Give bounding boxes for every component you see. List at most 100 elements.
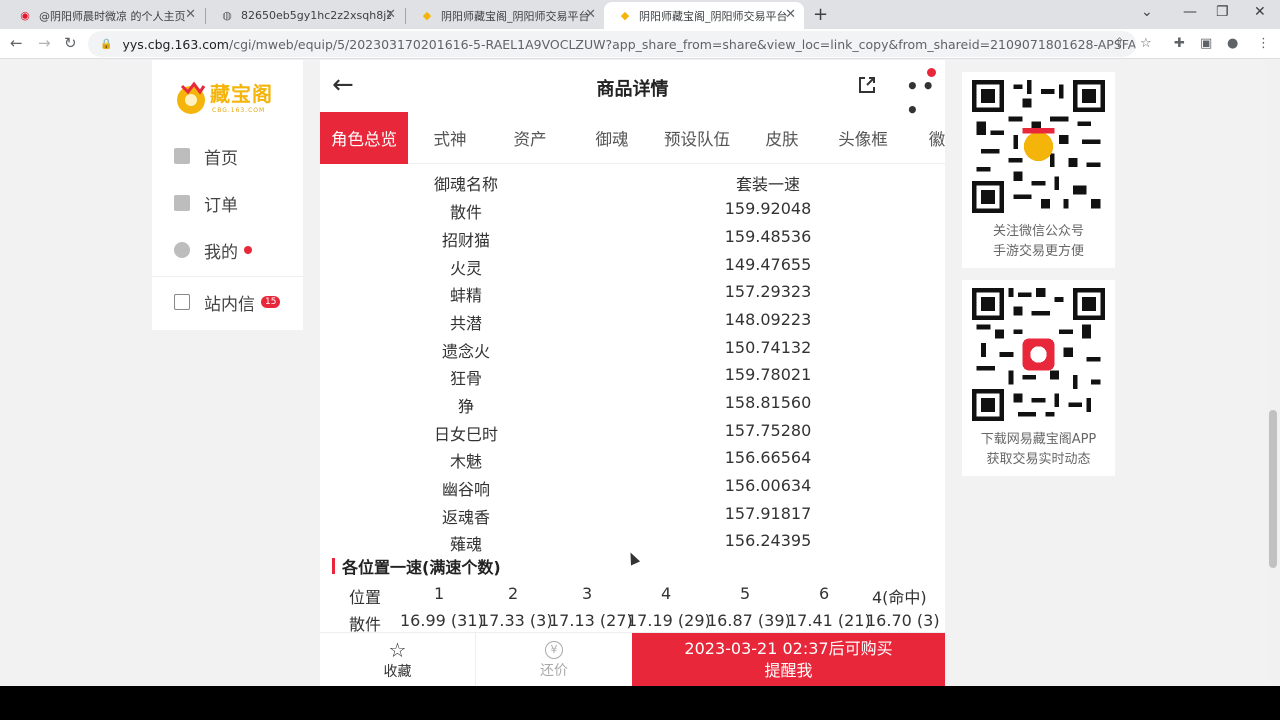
reload-icon[interactable]: ↻ xyxy=(64,34,77,52)
table-row: 薙魂 156.24395 xyxy=(320,526,945,554)
tab-badges[interactable]: 徽 xyxy=(920,112,945,164)
mitama-name: 返魂香 xyxy=(441,508,490,527)
new-tab-button[interactable]: + xyxy=(813,4,828,25)
speed-value: 158.81560 xyxy=(724,393,812,412)
speed-value: 148.09223 xyxy=(724,310,812,329)
qr-caption-line: 手游交易更方便 xyxy=(992,244,1084,259)
speed-value: 156.00634 xyxy=(724,476,812,495)
qr-caption-line: 获取交易实时动态 xyxy=(986,452,1091,467)
minimize-button[interactable]: — xyxy=(1183,4,1197,20)
column-header: 御魂名称 xyxy=(433,175,498,194)
bottom-action-bar: ☆ 收藏 ¥ 还价 2023-03-21 02:37后可购买 提醒我 xyxy=(320,632,945,686)
browser-tab-title: @阴阳师晨时微凉 的个人主页 - xyxy=(39,9,189,23)
browser-tab-1[interactable]: ◉ @阴阳师晨时微凉 的个人主页 - ✕ xyxy=(4,2,204,29)
position-speed: 16.87 (39) xyxy=(707,611,791,630)
wechat-qr-icon xyxy=(972,80,1105,213)
address-bar[interactable]: 🔒 yys.cbg.163.com/cgi/mweb/equip/5/20230… xyxy=(88,31,1136,57)
cbg-logo[interactable]: 藏宝阁 CBG.163.COM xyxy=(174,78,284,120)
column-header: 6 xyxy=(819,584,830,603)
globe-icon: ◍ xyxy=(222,9,232,22)
position-speed: 16.70 (3) xyxy=(866,611,940,630)
speed-value: 156.24395 xyxy=(724,531,812,550)
notification-dot xyxy=(244,246,252,254)
table-row: 蚌精 157.29323 xyxy=(320,277,945,305)
profile-icon[interactable]: ● xyxy=(1227,36,1238,51)
tab-shikigami[interactable]: 式神 xyxy=(420,112,480,164)
browser-tab-title: 阴阳师藏宝阁_阴阳师交易平台官 xyxy=(441,9,589,23)
browser-tab-4[interactable]: ◆ 阴阳师藏宝阁_阴阳师交易平台官 ✕ xyxy=(604,2,804,29)
remind-text: 提醒我 xyxy=(764,661,813,680)
favorite-label: 收藏 xyxy=(383,664,412,680)
sidebar-item-label: 我的 xyxy=(204,242,238,263)
tab-skins[interactable]: 皮肤 xyxy=(752,112,812,164)
column-header: 2 xyxy=(508,584,519,603)
column-header: 4 xyxy=(661,584,672,603)
mitama-name: 散件 xyxy=(449,203,482,222)
user-icon xyxy=(174,242,190,258)
cbg-icon: ◆ xyxy=(620,9,630,22)
page-scrollbar[interactable] xyxy=(1266,60,1280,686)
qr-caption-line: 下载网易藏宝阁APP xyxy=(980,432,1097,447)
close-icon[interactable]: ✕ xyxy=(185,7,196,22)
tab-search-icon[interactable]: ⌄ xyxy=(1141,4,1153,20)
logo-subtext: CBG.163.COM xyxy=(212,107,266,114)
left-sidebar: 藏宝阁 CBG.163.COM 首页 订单 我的 站内信 15 xyxy=(152,60,303,330)
sidebar-item-mine[interactable]: 我的 xyxy=(174,238,252,263)
mitama-name: 蚌精 xyxy=(449,286,482,305)
product-detail-panel: ← 商品详情 • • • 角色总览 式神 资产 御魂 预设队伍 皮肤 头像框 徽 xyxy=(320,60,945,686)
window-close-button[interactable]: ✕ xyxy=(1254,4,1266,20)
section-heading: 各位置一速(满速个数) xyxy=(332,556,501,577)
table-row: 火灵 149.47655 xyxy=(320,250,945,278)
browser-tab-title: 82650eb5gy1hc2z2xsqh8j20u xyxy=(241,9,391,22)
section-accent-bar xyxy=(332,558,335,574)
sidebar-item-messages[interactable]: 站内信 15 xyxy=(174,290,281,315)
tab-overview[interactable]: 角色总览 xyxy=(320,112,408,164)
close-icon[interactable]: ✕ xyxy=(585,7,596,22)
table-row: 遗念火 150.74132 xyxy=(320,333,945,361)
sidebar-item-orders[interactable]: 订单 xyxy=(174,191,238,216)
remind-me-button[interactable]: 2023-03-21 02:37后可购买 提醒我 xyxy=(632,633,945,686)
page-title: 商品详情 xyxy=(596,79,669,100)
mitama-name: 日女巳时 xyxy=(433,425,498,444)
position-speed: 16.99 (31) xyxy=(400,611,484,630)
sidebar-item-home[interactable]: 首页 xyxy=(174,144,238,169)
scroll-thumb[interactable] xyxy=(1269,410,1277,568)
speed-value: 157.29323 xyxy=(724,282,812,301)
speed-value: 157.75280 xyxy=(724,421,812,440)
table-row: 共潜 148.09223 xyxy=(320,305,945,333)
close-icon[interactable]: ✕ xyxy=(385,7,396,22)
forward-arrow-icon[interactable]: → xyxy=(38,34,51,52)
share-icon[interactable]: ⇪ xyxy=(1114,36,1125,51)
logo-icon xyxy=(177,81,206,114)
column-header: 套装一速 xyxy=(735,175,800,194)
menu-icon[interactable]: ⋮ xyxy=(1257,36,1270,51)
close-icon[interactable]: ✕ xyxy=(785,7,796,22)
bargain-button[interactable]: ¥ 还价 xyxy=(476,633,632,686)
weibo-icon: ◉ xyxy=(20,9,30,22)
sidepanel-icon[interactable]: ▣ xyxy=(1200,36,1212,51)
tab-frames[interactable]: 头像框 xyxy=(830,112,896,164)
sidebar-item-label: 首页 xyxy=(204,148,238,169)
column-header: 位置 xyxy=(349,588,382,607)
extensions-icon[interactable]: ✚ xyxy=(1174,36,1185,51)
detail-tabs: 角色总览 式神 资产 御魂 预设队伍 皮肤 头像框 徽 xyxy=(320,112,945,164)
browser-tab-2[interactable]: ◍ 82650eb5gy1hc2z2xsqh8j20u ✕ xyxy=(206,2,404,29)
share-icon[interactable] xyxy=(856,74,878,96)
favorite-button[interactable]: ☆ 收藏 xyxy=(320,633,476,686)
qr-caption-line: 关注微信公众号 xyxy=(992,224,1084,239)
tab-assets[interactable]: 资产 xyxy=(500,112,560,164)
speed-value: 157.91817 xyxy=(724,504,812,523)
cbg-icon: ◆ xyxy=(422,9,432,22)
star-icon[interactable]: ☆ xyxy=(1140,36,1152,51)
tab-presets[interactable]: 预设队伍 xyxy=(660,112,734,164)
bargain-label: 还价 xyxy=(540,663,568,679)
browser-tab-3[interactable]: ◆ 阴阳师藏宝阁_阴阳师交易平台官 ✕ xyxy=(406,2,604,29)
qr-caption: 下载网易藏宝阁APP 获取交易实时动态 xyxy=(962,430,1115,470)
back-arrow-icon[interactable]: ← xyxy=(10,34,23,52)
mitama-name: 共潜 xyxy=(449,314,482,333)
column-header: 3 xyxy=(582,584,593,603)
table-row: 招财猫 159.48536 xyxy=(320,222,945,250)
tab-mitama[interactable]: 御魂 xyxy=(582,112,642,164)
lock-icon: 🔒 xyxy=(100,38,113,50)
maximize-button[interactable]: ❐ xyxy=(1216,4,1229,20)
